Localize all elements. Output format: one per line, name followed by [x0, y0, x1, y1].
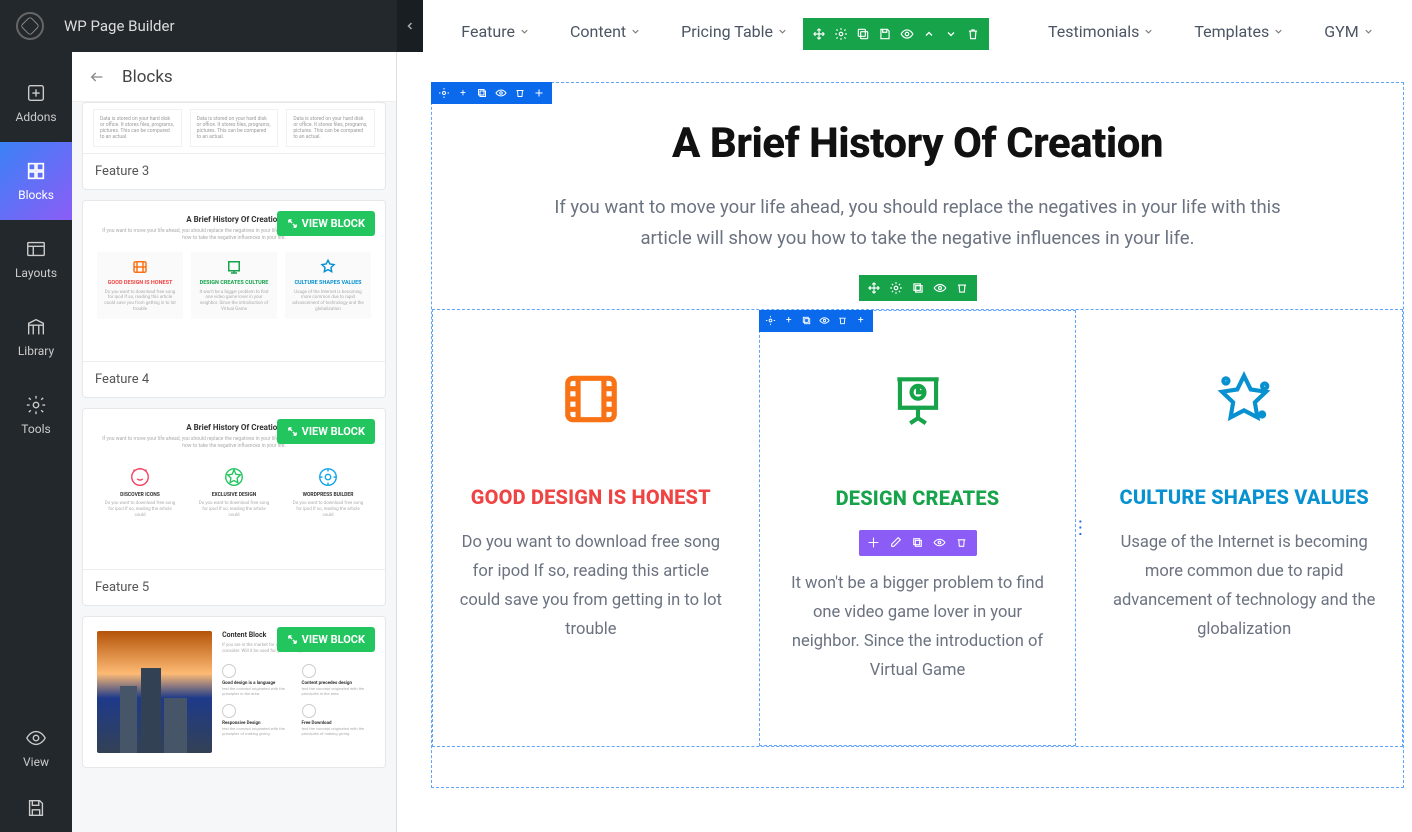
trash-icon[interactable] [953, 279, 971, 297]
trash-icon[interactable] [512, 85, 528, 101]
feature-desc: It won't be a bigger problem to find one… [786, 570, 1050, 686]
rail-library[interactable]: Library [0, 298, 72, 376]
save-icon[interactable] [875, 24, 895, 44]
editor-canvas[interactable]: Feature Content Pricing Table Testimonia… [423, 0, 1412, 832]
nav-pricing[interactable]: Pricing Table [681, 22, 788, 41]
feature-title: GOOD DESIGN IS HONEST [459, 484, 723, 511]
back-icon[interactable] [86, 69, 108, 85]
rail-label: View [23, 755, 49, 769]
nav-templates[interactable]: Templates [1194, 22, 1284, 41]
feature-title: CULTURE SHAPES VALUES [1112, 484, 1376, 511]
nav-gym[interactable]: GYM [1324, 22, 1373, 41]
rail-addons[interactable]: Addons [0, 64, 72, 142]
move-icon[interactable] [809, 24, 829, 44]
eye-icon[interactable] [817, 313, 833, 329]
add-icon[interactable] [531, 85, 547, 101]
gear-icon[interactable] [887, 279, 905, 297]
block-card-feature-3[interactable]: Data is stored on your hard disk or offi… [82, 102, 386, 190]
row-toolbar [803, 18, 989, 50]
copy-icon[interactable] [474, 85, 490, 101]
block-label: Feature 5 [83, 569, 385, 605]
move-icon[interactable] [865, 534, 883, 552]
rail-label: Layouts [15, 266, 57, 280]
feature-desc: Do you want to download free song for ip… [459, 529, 723, 645]
block-card-feature-5[interactable]: VIEW BLOCK A Brief History Of Creation I… [82, 408, 386, 606]
block-card-feature-4[interactable]: VIEW BLOCK A Brief History Of Creation I… [82, 200, 386, 398]
rail-label: Addons [15, 110, 56, 124]
trash-icon[interactable] [835, 313, 851, 329]
edit-icon[interactable] [887, 534, 905, 552]
copy-icon[interactable] [853, 24, 873, 44]
addon-toolbar [859, 530, 977, 556]
blocks-title: Blocks [122, 67, 173, 87]
copy-icon[interactable] [799, 313, 815, 329]
rail-tools[interactable]: Tools [0, 376, 72, 454]
feature-title: DESIGN CREATES [786, 485, 1050, 512]
rail-label: Library [18, 344, 54, 358]
add-icon[interactable]: + [853, 313, 869, 329]
feature-row[interactable]: GOOD DESIGN IS HONEST Do you want to dow… [432, 309, 1403, 748]
plus-icon[interactable]: + [455, 85, 471, 101]
eye-icon[interactable] [931, 279, 949, 297]
blocks-panel: Blocks Data is stored on your hard disk … [72, 52, 397, 832]
eye-icon[interactable] [931, 534, 949, 552]
collapse-panel-button[interactable] [397, 0, 423, 52]
feature-col-3[interactable]: CULTURE SHAPES VALUES Usage of the Inter… [1086, 310, 1402, 747]
canvas-nav: Feature Content Pricing Table Testimonia… [423, 0, 1412, 62]
nav-content[interactable]: Content [570, 22, 641, 41]
nav-testimonials[interactable]: Testimonials [1048, 22, 1154, 41]
block-card-feature-6[interactable]: VIEW BLOCK Content Block If you are in t… [82, 616, 386, 768]
rail-layouts[interactable]: Layouts [0, 220, 72, 298]
up-icon[interactable] [919, 24, 939, 44]
move-icon[interactable] [865, 279, 883, 297]
row-toolbar [859, 275, 977, 301]
film-icon [560, 368, 622, 430]
feature-col-2[interactable]: + + DESIGN CREATES I [759, 310, 1077, 747]
trash-icon[interactable] [963, 24, 983, 44]
block-label: Feature 4 [83, 361, 385, 397]
feature-desc: Usage of the Internet is becoming more c… [1112, 529, 1376, 645]
trash-icon[interactable] [953, 534, 971, 552]
col-toolbar: + + [759, 310, 873, 332]
app-logo-icon [16, 12, 44, 40]
col-toolbar: + [431, 82, 552, 104]
view-block-button[interactable]: VIEW BLOCK [277, 627, 375, 652]
rail-label: Tools [21, 422, 50, 436]
app-title: WP Page Builder [64, 17, 175, 35]
gear-icon[interactable] [436, 85, 452, 101]
copy-icon[interactable] [909, 534, 927, 552]
gear-icon[interactable] [763, 313, 779, 329]
left-sidebar: Addons Blocks Layouts Library Tools View [0, 52, 72, 832]
rail-view[interactable]: View [0, 712, 72, 784]
plus-icon[interactable]: + [781, 313, 797, 329]
blocks-list[interactable]: Data is stored on your hard disk or offi… [72, 102, 396, 832]
view-block-button[interactable]: VIEW BLOCK [277, 419, 375, 444]
rail-label: Blocks [18, 188, 54, 202]
blocks-header: Blocks [72, 52, 396, 102]
eye-icon[interactable] [493, 85, 509, 101]
nav-feature[interactable]: Feature [461, 22, 530, 41]
page-subtitle: If you want to move your life ahead, you… [548, 192, 1288, 255]
section[interactable]: + A Brief History Of Creation If you wan… [431, 82, 1404, 788]
rail-save[interactable] [0, 784, 72, 832]
block-label: Feature 3 [83, 153, 385, 189]
feature-col-1[interactable]: GOOD DESIGN IS HONEST Do you want to dow… [433, 310, 749, 747]
star-icon [1213, 368, 1275, 430]
view-block-button[interactable]: VIEW BLOCK [277, 211, 375, 236]
page-title: A Brief History Of Creation [432, 119, 1403, 168]
copy-icon[interactable] [909, 279, 927, 297]
presentation-icon [887, 369, 949, 431]
rail-blocks[interactable]: Blocks [0, 142, 72, 220]
gear-icon[interactable] [831, 24, 851, 44]
down-icon[interactable] [941, 24, 961, 44]
eye-icon[interactable] [897, 24, 917, 44]
